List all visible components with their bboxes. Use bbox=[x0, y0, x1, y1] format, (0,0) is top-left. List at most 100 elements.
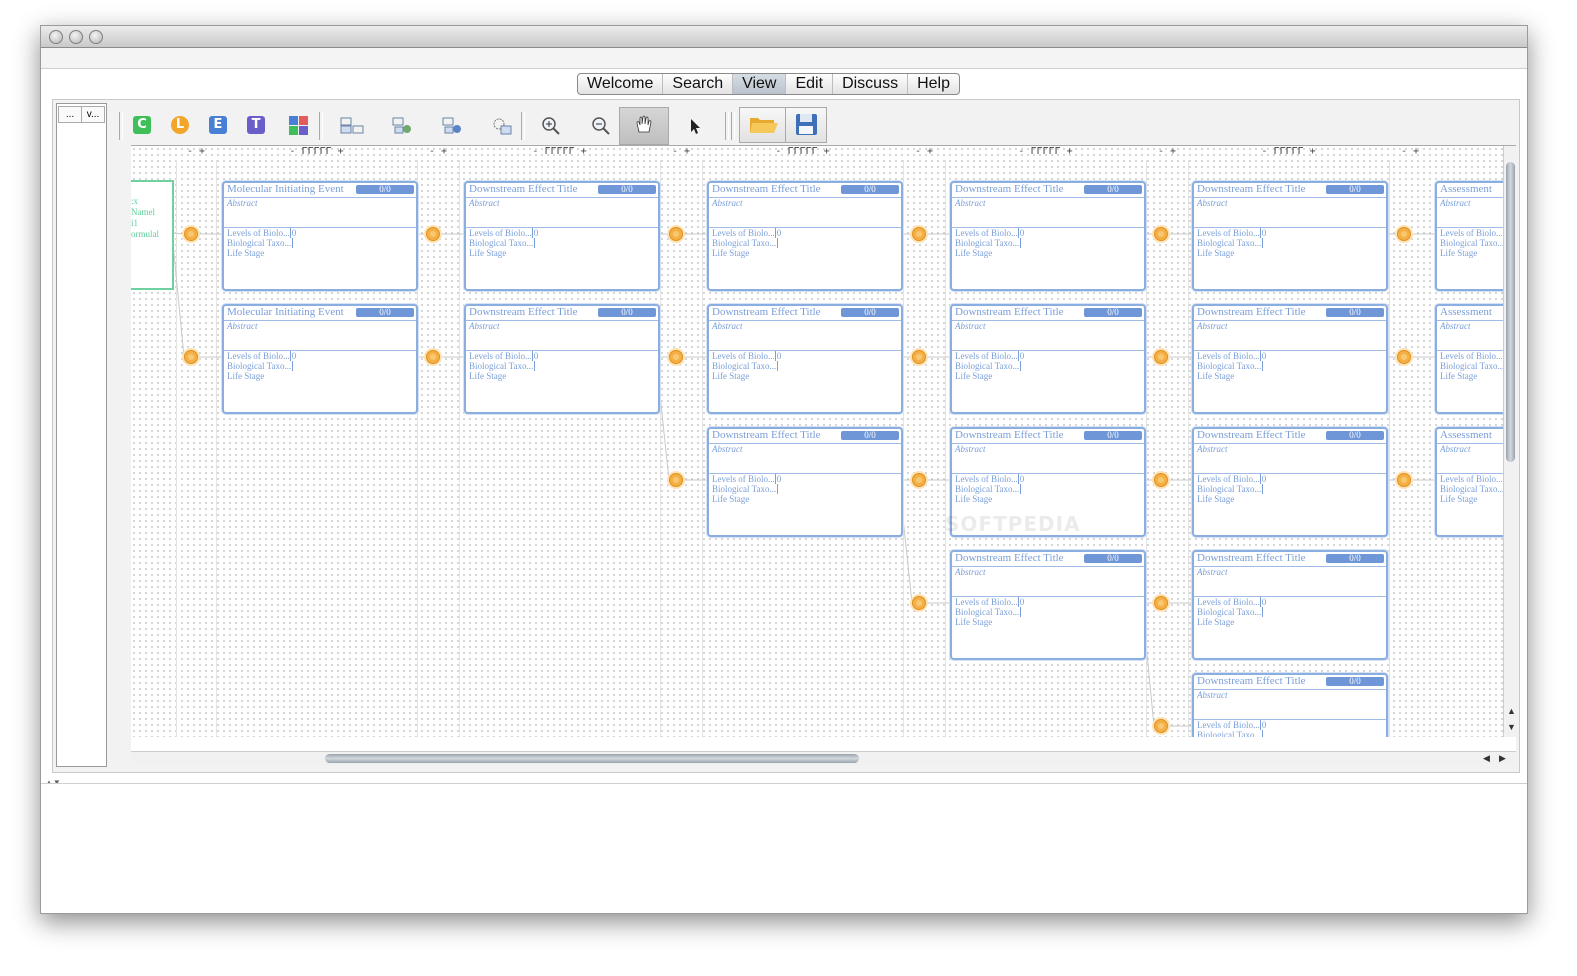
connector-node[interactable] bbox=[426, 227, 440, 241]
horizontal-scroll-thumb[interactable] bbox=[325, 754, 859, 763]
connector-node[interactable] bbox=[1154, 350, 1168, 364]
property-label: Biological Taxo... bbox=[955, 484, 1020, 494]
connector-node[interactable] bbox=[912, 473, 926, 487]
property-label: Life Stage bbox=[955, 494, 993, 504]
event-card-assessment[interactable]: Assessment Abstract Levels of Biolo...0Bio… bbox=[1435, 427, 1503, 537]
tab-view[interactable]: View bbox=[733, 74, 787, 94]
event-card-downstream[interactable]: Downstream Effect Title 0/0 Abstract Levels… bbox=[950, 304, 1146, 414]
scroll-down-arrow[interactable]: ▼ bbox=[1507, 722, 1516, 732]
property-value-marker bbox=[1262, 484, 1264, 494]
event-card-downstream[interactable]: Downstream Effect Title 0/0 Abstract Levels… bbox=[950, 181, 1146, 291]
e-icon[interactable]: E bbox=[209, 116, 229, 136]
tab-discuss[interactable]: Discuss bbox=[833, 74, 909, 94]
settings-node-icon[interactable] bbox=[489, 116, 515, 136]
event-card-downstream[interactable]: Downstream Effect Title 0/0 Abstract Levels… bbox=[707, 304, 903, 414]
event-card-downstream[interactable]: Downstream Effect Title 0/0 Abstract Levels… bbox=[707, 427, 903, 537]
l-icon[interactable]: L bbox=[171, 116, 191, 136]
connector-node[interactable] bbox=[1154, 596, 1168, 610]
event-card-downstream[interactable]: Downstream Effect Title 0/0 Abstract Levels… bbox=[464, 304, 660, 414]
card-property-row: Levels of Biolo...0 bbox=[955, 597, 1025, 607]
close-window-button[interactable] bbox=[49, 30, 63, 44]
property-value: 0 bbox=[774, 474, 782, 484]
scroll-right-arrow[interactable]: ▶ bbox=[1499, 753, 1506, 764]
pointer-icon[interactable] bbox=[685, 116, 705, 136]
card-title: Assessment bbox=[1440, 183, 1492, 195]
zoom-in-icon[interactable] bbox=[541, 116, 561, 136]
vertical-scroll-thumb[interactable] bbox=[1506, 162, 1515, 462]
connector-node[interactable] bbox=[1154, 473, 1168, 487]
zoom-out-icon[interactable] bbox=[591, 116, 611, 136]
left-tab-2[interactable]: v... bbox=[81, 106, 105, 123]
property-value-marker bbox=[292, 361, 294, 371]
add-edge-icon[interactable] bbox=[441, 116, 467, 136]
card-abstract: Abstract bbox=[955, 198, 986, 208]
connector-node[interactable] bbox=[669, 227, 683, 241]
scroll-up-arrow[interactable]: ▲ bbox=[1507, 706, 1516, 716]
event-card-downstream[interactable]: Downstream Effect Title 0/0 Abstract Levels… bbox=[707, 181, 903, 291]
open-button[interactable] bbox=[739, 107, 787, 143]
card-property-row: Biological Taxo... bbox=[227, 361, 296, 371]
tab-edit[interactable]: Edit bbox=[786, 74, 834, 94]
connector-node[interactable] bbox=[912, 227, 926, 241]
horizontal-scrollbar[interactable]: ◀ ▶ bbox=[131, 751, 1516, 765]
connector-node[interactable] bbox=[669, 350, 683, 364]
partial-card-line: ormulal bbox=[131, 229, 159, 239]
pathway-canvas[interactable]: - +-- ΓΓΓΓΓ +molecular- +-- ΓΓΓΓΓ +organ… bbox=[131, 146, 1503, 737]
event-card-assessment[interactable]: Assessment Abstract Levels of Biolo...0Bio… bbox=[1435, 181, 1503, 291]
card-abstract: Abstract bbox=[1197, 567, 1228, 577]
event-card-downstream[interactable]: Downstream Effect Title 0/0 Abstract Levels… bbox=[1192, 181, 1388, 291]
event-card-downstream[interactable]: Downstream Effect Title 0/0 Abstract Levels… bbox=[1192, 673, 1388, 737]
card-property-row: Life Stage bbox=[1440, 248, 1503, 258]
tab-welcome[interactable]: Welcome bbox=[578, 74, 664, 94]
connector-node[interactable] bbox=[1397, 473, 1411, 487]
c-icon[interactable]: C bbox=[133, 116, 153, 136]
property-label: Levels of Biolo... bbox=[1440, 474, 1503, 484]
connector-node[interactable] bbox=[669, 473, 683, 487]
event-card-assessment[interactable]: Assessment Abstract Levels of Biolo...0Bio… bbox=[1435, 304, 1503, 414]
minimize-window-button[interactable] bbox=[69, 30, 83, 44]
card-properties: Levels of Biolo...0Biological Taxo...Lif… bbox=[1197, 351, 1267, 381]
event-card-mie[interactable]: Molecular Initiating Event 0/0 Abstract Lev… bbox=[222, 181, 418, 291]
property-label: Biological Taxo... bbox=[227, 361, 292, 371]
event-card-downstream[interactable]: Downstream Effect Title 0/0 Abstract Levels… bbox=[464, 181, 660, 291]
card-property-row: Levels of Biolo...0 bbox=[469, 351, 539, 361]
save-button[interactable] bbox=[785, 107, 827, 143]
property-label: Biological Taxo... bbox=[1197, 607, 1262, 617]
card-abstract: Abstract bbox=[1440, 321, 1471, 331]
connector-node[interactable] bbox=[1397, 227, 1411, 241]
partial-card[interactable]: :x Namel i1 ormulal bbox=[131, 180, 174, 290]
connector-node[interactable] bbox=[912, 350, 926, 364]
view-panel: ... v... CLET - + - ΓΓΓΓΓ + - + - ΓΓΓΓΓ … bbox=[52, 99, 1520, 773]
connector-node[interactable] bbox=[1154, 719, 1168, 733]
multi-letter-icon[interactable] bbox=[289, 116, 309, 136]
property-value-marker bbox=[777, 238, 779, 248]
connector-node[interactable] bbox=[184, 227, 198, 241]
connector-node[interactable] bbox=[912, 596, 926, 610]
tab-help[interactable]: Help bbox=[908, 74, 959, 94]
vertical-scrollbar[interactable]: ▲ ▼ bbox=[1503, 146, 1517, 737]
scroll-left-arrow[interactable]: ◀ bbox=[1483, 753, 1490, 764]
card-title: Downstream Effect Title bbox=[1197, 552, 1306, 564]
event-card-mie[interactable]: Molecular Initiating Event 0/0 Abstract Lev… bbox=[222, 304, 418, 414]
connector-node[interactable] bbox=[184, 350, 198, 364]
event-card-downstream[interactable]: Downstream Effect Title 0/0 Abstract Levels… bbox=[1192, 304, 1388, 414]
connector-node[interactable] bbox=[1154, 227, 1168, 241]
evidence-badge: 0/0 bbox=[841, 308, 899, 317]
card-properties: Levels of Biolo...0Biological Taxo...Lif… bbox=[1440, 351, 1503, 381]
connector-node[interactable] bbox=[426, 350, 440, 364]
toolbar: CLET bbox=[119, 107, 1513, 145]
event-card-downstream[interactable]: Downstream Effect Title 0/0 Abstract Levels… bbox=[950, 550, 1146, 660]
left-tab-1[interactable]: ... bbox=[58, 106, 82, 123]
event-card-downstream[interactable]: Downstream Effect Title 0/0 Abstract Levels… bbox=[1192, 550, 1388, 660]
add-node-icon[interactable] bbox=[391, 116, 417, 136]
zoom-window-button[interactable] bbox=[89, 30, 103, 44]
pan-tool-button[interactable] bbox=[619, 107, 669, 145]
card-property-row: Life Stage bbox=[227, 371, 296, 381]
card-property-row: Life Stage bbox=[469, 371, 538, 381]
card-title: Downstream Effect Title bbox=[955, 429, 1064, 441]
tab-search[interactable]: Search bbox=[663, 74, 734, 94]
layout-tree-icon[interactable] bbox=[339, 116, 365, 136]
t-icon[interactable]: T bbox=[247, 116, 267, 136]
connector-node[interactable] bbox=[1397, 350, 1411, 364]
event-card-downstream[interactable]: Downstream Effect Title 0/0 Abstract Levels… bbox=[1192, 427, 1388, 537]
